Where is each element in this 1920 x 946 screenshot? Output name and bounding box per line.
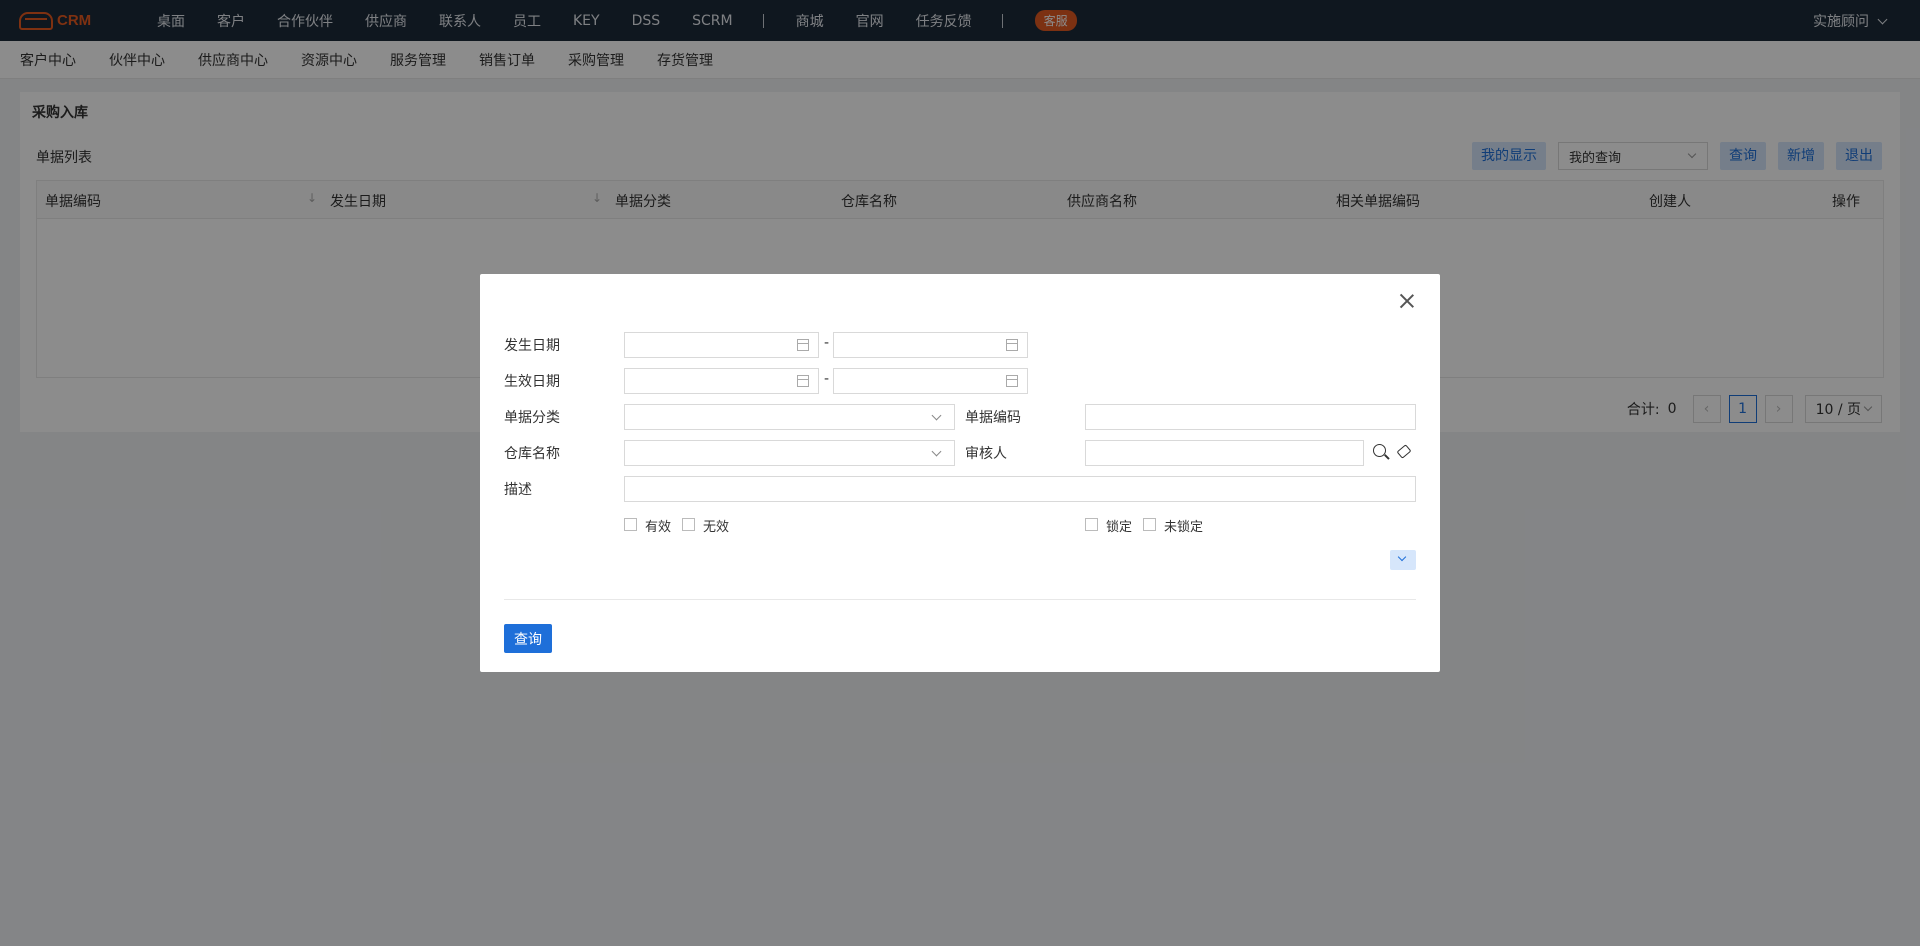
search-dialog: 发生日期 - 生效日期 - 单据分类 单据编码 仓库名称 审核人 描述 有效 无… — [480, 274, 1440, 672]
calendar-icon — [797, 339, 809, 351]
reviewer-input[interactable] — [1085, 440, 1364, 466]
occur-date-start-input[interactable] — [624, 332, 819, 358]
invalid-checkbox-label[interactable]: 无效 — [703, 516, 729, 535]
unlocked-checkbox-label[interactable]: 未锁定 — [1164, 516, 1203, 535]
calendar-icon — [1006, 375, 1018, 387]
invalid-checkbox[interactable] — [682, 518, 695, 531]
warehouse-select[interactable] — [624, 440, 955, 466]
calendar-icon — [1006, 339, 1018, 351]
effective-date-end-input[interactable] — [833, 368, 1028, 394]
valid-checkbox-label[interactable]: 有效 — [645, 516, 671, 535]
chevron-down-icon — [1397, 552, 1407, 562]
search-icon[interactable] — [1373, 444, 1386, 457]
doc-category-select[interactable] — [624, 404, 955, 430]
unlocked-checkbox[interactable] — [1143, 518, 1156, 531]
footer-divider — [504, 599, 1416, 600]
chevron-down-icon — [931, 410, 942, 421]
occur-date-label: 发生日期 — [504, 338, 560, 354]
range-separator: - — [824, 335, 830, 351]
locked-checkbox[interactable] — [1085, 518, 1098, 531]
description-input[interactable] — [624, 476, 1416, 502]
chevron-down-icon — [931, 446, 942, 457]
eraser-icon[interactable] — [1396, 444, 1412, 459]
reviewer-label: 审核人 — [965, 446, 1007, 462]
valid-checkbox[interactable] — [624, 518, 637, 531]
locked-checkbox-label[interactable]: 锁定 — [1106, 516, 1132, 535]
description-label: 描述 — [504, 482, 532, 498]
expand-more-button[interactable] — [1390, 550, 1416, 570]
doc-code-input[interactable] — [1085, 404, 1416, 430]
calendar-icon — [797, 375, 809, 387]
doc-category-label: 单据分类 — [504, 410, 560, 426]
warehouse-label: 仓库名称 — [504, 446, 560, 462]
occur-date-end-input[interactable] — [833, 332, 1028, 358]
range-separator: - — [824, 371, 830, 387]
effective-date-start-input[interactable] — [624, 368, 819, 394]
doc-code-label: 单据编码 — [965, 410, 1021, 426]
effective-date-label: 生效日期 — [504, 374, 560, 390]
submit-query-button[interactable]: 查询 — [504, 624, 552, 653]
close-icon[interactable] — [1398, 292, 1416, 310]
